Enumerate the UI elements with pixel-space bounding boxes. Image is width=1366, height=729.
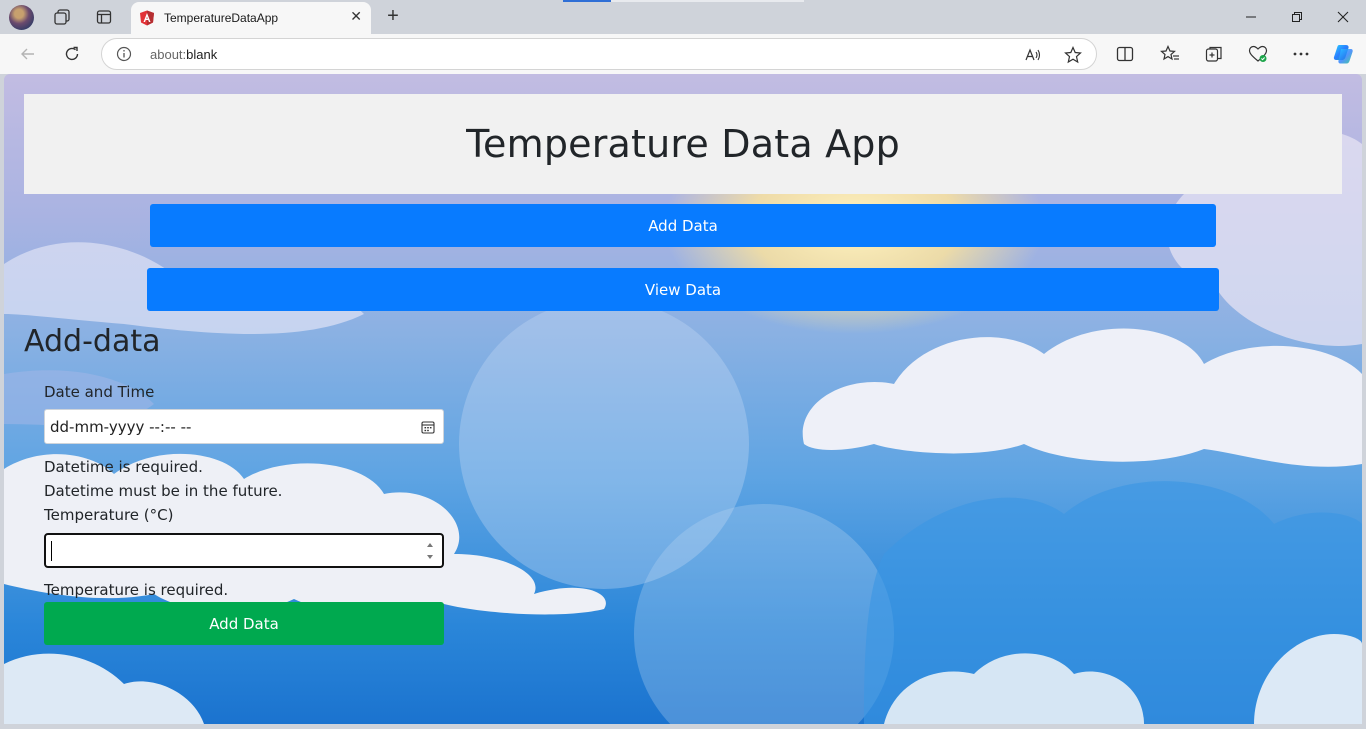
tab-title: TemperatureDataApp (164, 11, 279, 25)
calendar-icon[interactable] (421, 420, 435, 434)
favorites-icon[interactable] (1156, 41, 1184, 67)
close-window-icon[interactable] (1328, 5, 1358, 29)
section-title: Add-data (24, 324, 161, 359)
datetime-future-error: Datetime must be in the future. (44, 482, 283, 500)
info-icon[interactable] (116, 46, 132, 62)
angular-favicon-icon (140, 10, 154, 26)
collections-icon[interactable] (1200, 41, 1228, 67)
favorite-star-icon[interactable] (1062, 45, 1084, 65)
window-bottom-edge (0, 724, 1366, 729)
url-text: about:blank (150, 47, 218, 62)
more-options-icon[interactable] (1287, 41, 1315, 67)
copilot-icon[interactable] (1329, 41, 1357, 67)
back-icon[interactable] (14, 41, 42, 67)
read-aloud-icon[interactable] (1022, 45, 1044, 65)
new-tab-icon[interactable]: + (381, 4, 405, 28)
workspaces-icon[interactable] (49, 5, 75, 29)
browser-toolbar: about:blank (0, 34, 1366, 74)
submit-add-data-button[interactable]: Add Data (44, 602, 444, 645)
datetime-label: Date and Time (44, 383, 155, 401)
browser-tab-strip: TemperatureDataApp ✕ + (0, 0, 1366, 34)
page-viewport: Temperature Data App Add Data View Data … (4, 74, 1362, 724)
browser-essentials-icon[interactable] (1244, 41, 1272, 67)
tab-strip-accent-secondary (611, 0, 804, 2)
text-caret (51, 541, 52, 561)
nav-view-data-button[interactable]: View Data (147, 268, 1219, 311)
restore-icon[interactable] (1282, 5, 1312, 29)
datetime-input[interactable]: dd-mm-yyyy --:-- -- (44, 409, 444, 444)
address-bar[interactable]: about:blank (101, 38, 1097, 70)
close-tab-icon[interactable]: ✕ (350, 9, 362, 25)
app-header: Temperature Data App (24, 94, 1342, 194)
refresh-icon[interactable] (58, 41, 86, 67)
number-spinner-icon[interactable] (426, 540, 434, 562)
page-title: Temperature Data App (466, 122, 900, 166)
datetime-required-error: Datetime is required. (44, 458, 203, 476)
temperature-required-error: Temperature is required. (44, 581, 229, 599)
tab-actions-icon[interactable] (91, 5, 117, 29)
split-screen-icon[interactable] (1111, 41, 1139, 67)
minimize-icon[interactable] (1236, 5, 1266, 29)
temperature-label: Temperature (°C) (44, 506, 174, 524)
active-tab[interactable]: TemperatureDataApp ✕ (131, 2, 371, 34)
tab-strip-accent (563, 0, 611, 2)
profile-avatar[interactable] (9, 5, 34, 30)
nav-add-data-button[interactable]: Add Data (150, 204, 1216, 247)
datetime-placeholder: dd-mm-yyyy --:-- -- (50, 418, 192, 436)
temperature-input[interactable] (44, 533, 444, 568)
